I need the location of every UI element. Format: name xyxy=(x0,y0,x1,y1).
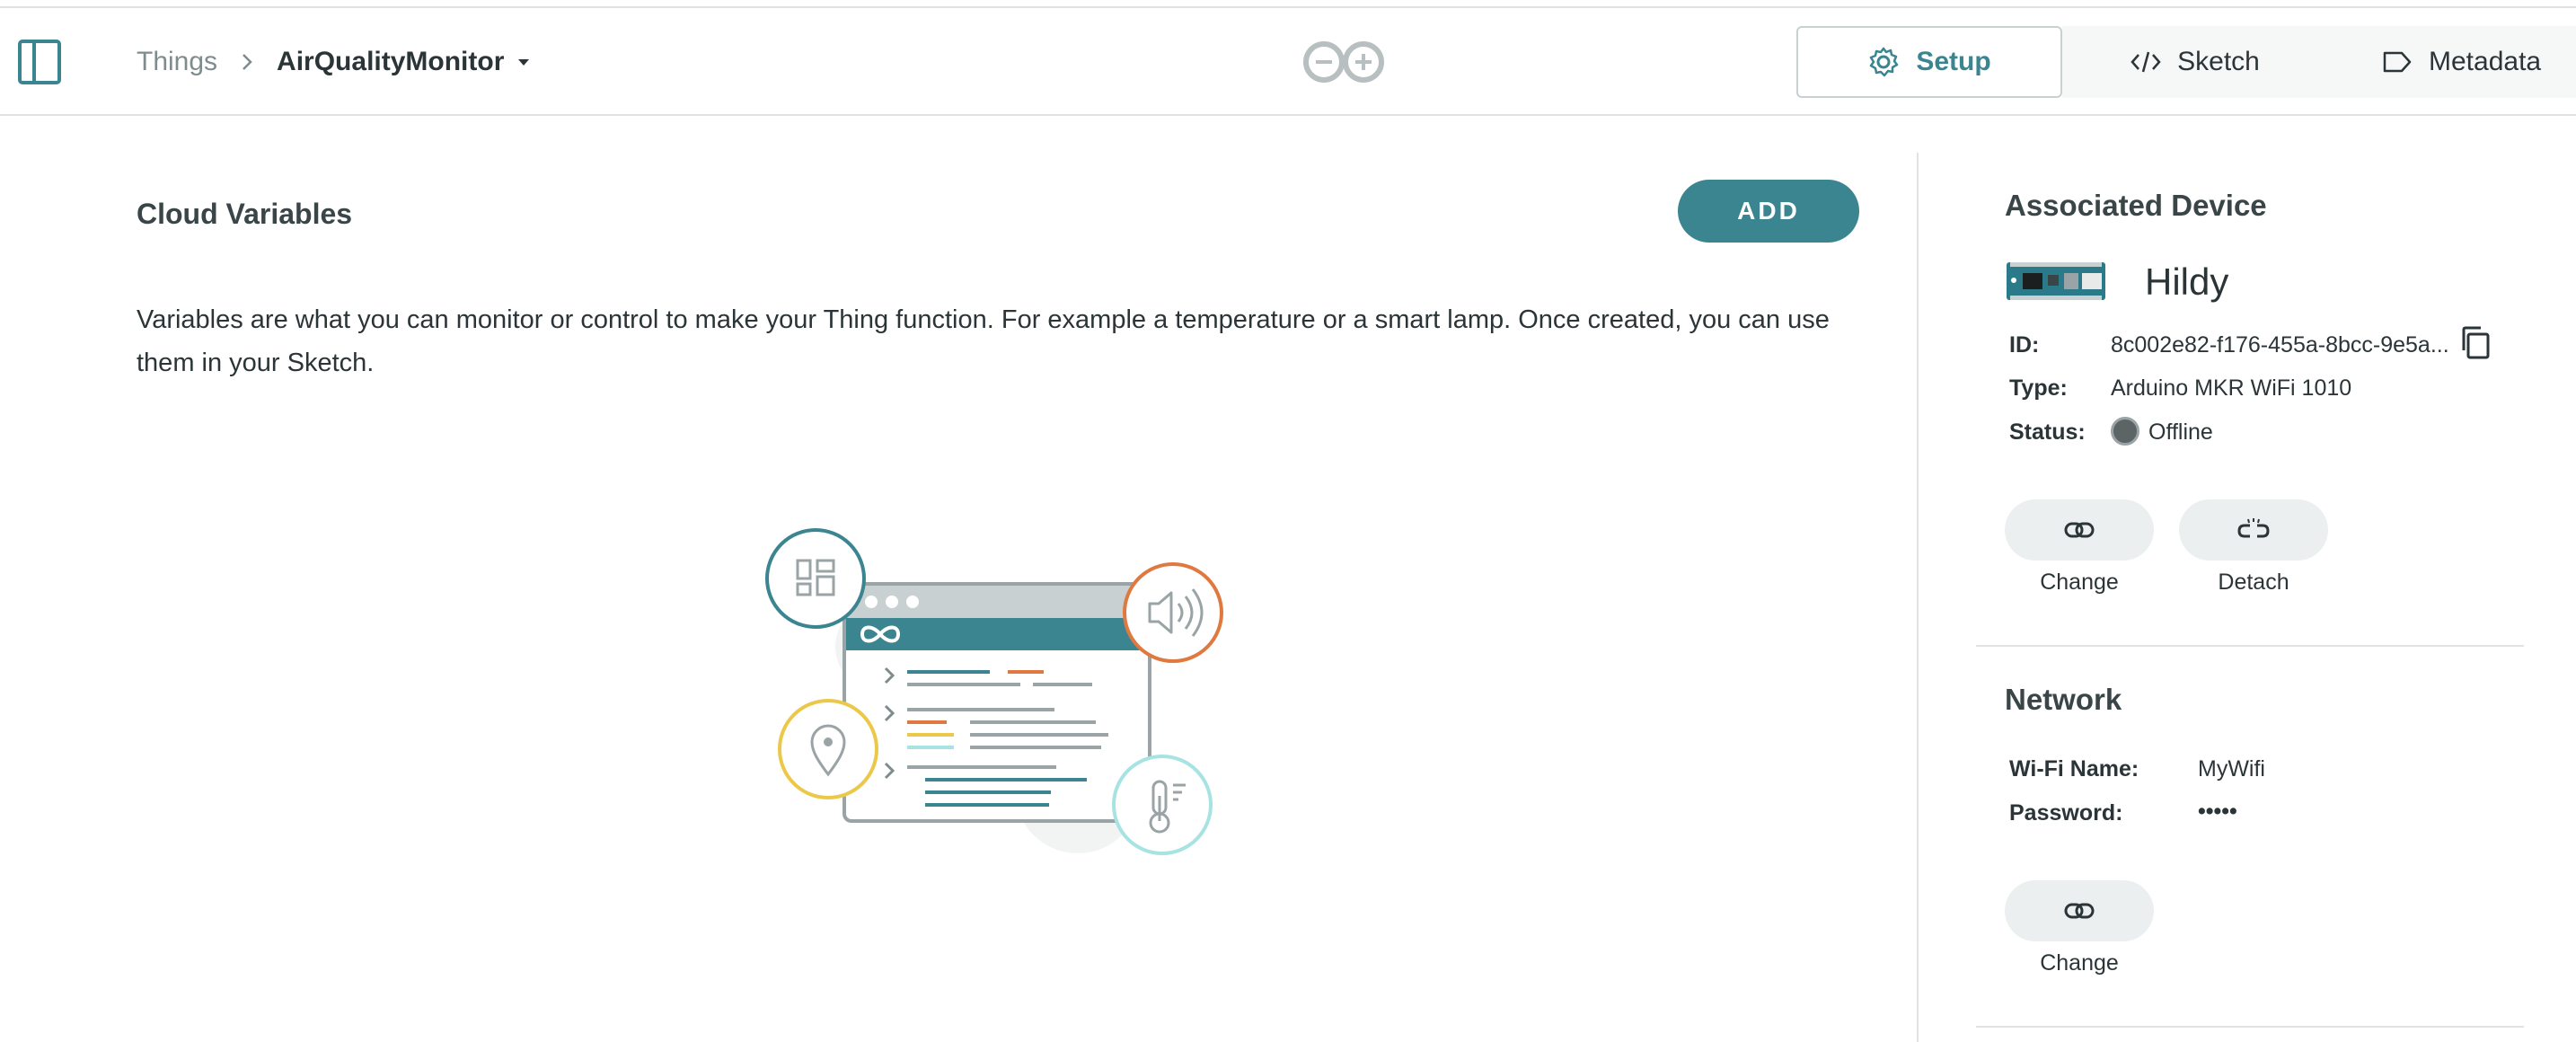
tab-sketch[interactable]: Sketch xyxy=(2062,26,2328,98)
device-name: Hildy xyxy=(2145,260,2229,303)
associated-device-title: Associated Device xyxy=(2005,189,2267,222)
change-device-button[interactable] xyxy=(2005,499,2154,561)
unlink-icon xyxy=(2237,518,2270,538)
change-device-label: Change xyxy=(2040,570,2119,595)
cloud-variables-description: Variables are what you can monitor or co… xyxy=(137,305,1830,377)
link-icon xyxy=(2064,522,2095,538)
device-status-label: Status: xyxy=(2009,419,2086,445)
section-divider xyxy=(1976,645,2524,647)
device-type-value: Arduino MKR WiFi 1010 xyxy=(2111,375,2352,401)
status-offline-icon xyxy=(2111,417,2139,446)
add-variable-button[interactable]: ADD xyxy=(1678,180,1859,243)
top-border xyxy=(0,0,2576,8)
panel-divider xyxy=(1917,153,1919,1042)
empty-variables-illustration xyxy=(754,521,1239,880)
section-divider xyxy=(1976,1026,2524,1028)
tab-metadata[interactable]: Metadata xyxy=(2328,26,2576,98)
tab-setup-label: Setup xyxy=(1916,47,1991,76)
tab-metadata-label: Metadata xyxy=(2429,47,2542,76)
change-network-button[interactable] xyxy=(2005,880,2154,941)
detach-device-button[interactable] xyxy=(2179,499,2328,561)
device-id-value: 8c002e82-f176-455a-8bcc-9e5a... xyxy=(2111,332,2449,358)
arduino-logo-icon xyxy=(1301,40,1387,84)
wifi-name-value: MyWifi xyxy=(2198,756,2265,782)
change-network-label: Change xyxy=(2040,950,2119,976)
device-type-label: Type: xyxy=(2009,375,2068,401)
chevron-right-icon xyxy=(241,52,253,72)
link-icon xyxy=(2064,903,2095,919)
tab-sketch-label: Sketch xyxy=(2177,47,2260,76)
breadcrumb: Things AirQualityMonitor xyxy=(137,44,531,80)
network-title: Network xyxy=(2005,683,2122,716)
detach-device-label: Detach xyxy=(2218,570,2289,595)
code-icon xyxy=(2130,51,2161,73)
copy-icon[interactable] xyxy=(2457,325,2493,361)
device-board-image xyxy=(2007,260,2105,302)
tab-setup[interactable]: Setup xyxy=(1796,26,2062,98)
device-status-value: Offline xyxy=(2148,419,2213,445)
cloud-variables-title: Cloud Variables xyxy=(137,198,353,230)
gear-icon xyxy=(1870,47,1899,77)
device-id-label: ID: xyxy=(2009,332,2040,358)
caret-down-icon[interactable] xyxy=(516,57,531,67)
tag-icon xyxy=(2383,51,2412,73)
wifi-name-label: Wi-Fi Name: xyxy=(2009,756,2139,782)
password-value: ••••• xyxy=(2198,799,2237,824)
password-label: Password: xyxy=(2009,800,2123,826)
breadcrumb-things-link[interactable]: Things xyxy=(137,47,217,77)
header-bar: Things AirQualityMonitor Setup Sketch Me… xyxy=(0,8,2576,116)
breadcrumb-current-thing[interactable]: AirQualityMonitor xyxy=(277,47,504,77)
sidebar-toggle-icon[interactable] xyxy=(18,40,61,84)
